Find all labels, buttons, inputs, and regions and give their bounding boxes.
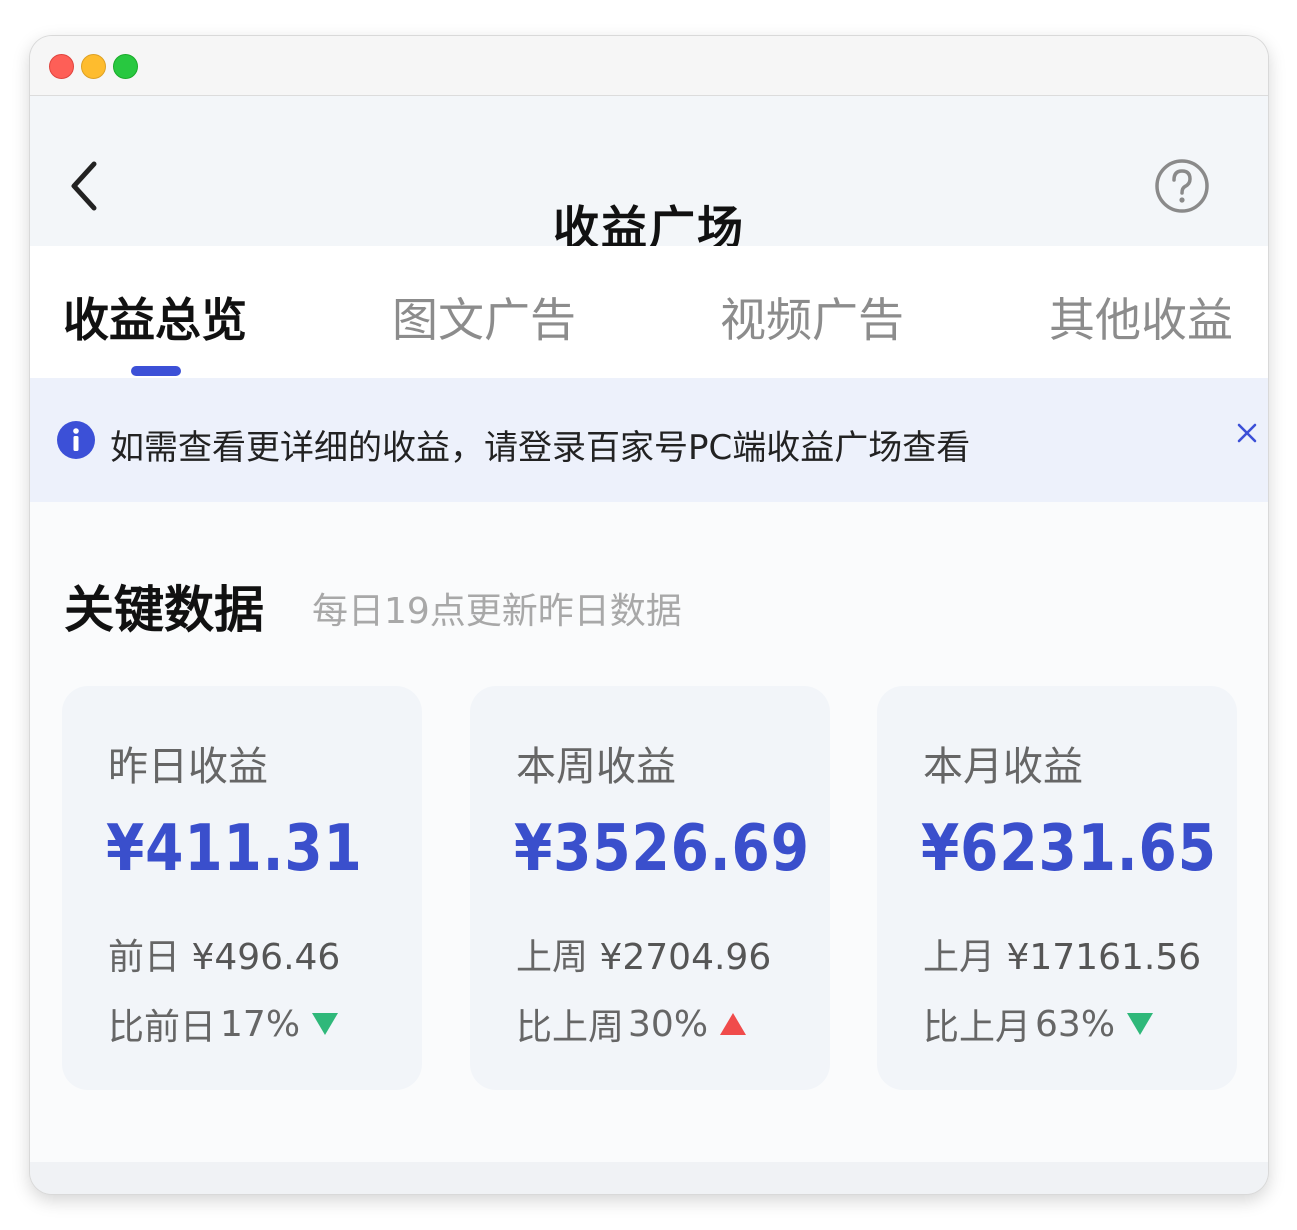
card-label: 本月收益 bbox=[923, 744, 1083, 790]
key-data-section: 关键数据 每日19点更新昨日数据 昨日收益 ¥411.31 前日 ¥496.46… bbox=[30, 502, 1268, 1162]
notice-banner: 如需查看更详细的收益，请登录百家号PC端收益广场查看 bbox=[30, 378, 1268, 502]
triangle-up-icon bbox=[720, 1013, 747, 1035]
card-previous: 上周 ¥2704.96 bbox=[516, 928, 771, 980]
comparison-percent: 30% bbox=[628, 1003, 709, 1045]
comparison-percent: 63% bbox=[1035, 1003, 1116, 1045]
card-value: ¥3526.69 bbox=[514, 812, 810, 886]
bottom-strip bbox=[30, 1162, 1268, 1194]
zoom-window-button[interactable] bbox=[113, 54, 138, 79]
triangle-down-icon bbox=[1127, 1013, 1154, 1035]
tab-bar: 收益总览 图文广告 视频广告 其他收益 bbox=[30, 246, 1268, 378]
close-icon[interactable] bbox=[1232, 418, 1262, 448]
card-label: 本周收益 bbox=[516, 744, 676, 790]
stat-card-this-week[interactable]: 本周收益 ¥3526.69 上周 ¥2704.96 比上周 30% bbox=[470, 686, 830, 1090]
close-window-button[interactable] bbox=[49, 54, 74, 79]
previous-value: ¥496.46 bbox=[191, 937, 341, 978]
active-tab-indicator bbox=[131, 366, 181, 376]
section-subtitle: 每日19点更新昨日数据 bbox=[312, 591, 682, 632]
card-comparison: 比上月 63% bbox=[923, 998, 1154, 1050]
title-bar bbox=[30, 36, 1268, 96]
card-label: 昨日收益 bbox=[108, 744, 268, 790]
comparison-label: 比前日 bbox=[108, 1007, 217, 1048]
tab-other-income[interactable]: 其他收益 bbox=[1049, 284, 1233, 350]
notice-text: 如需查看更详细的收益，请登录百家号PC端收益广场查看 bbox=[110, 428, 971, 468]
previous-label: 上周 bbox=[516, 937, 589, 978]
info-circle-icon bbox=[57, 421, 95, 459]
help-button[interactable] bbox=[1154, 158, 1210, 214]
card-previous: 上月 ¥17161.56 bbox=[923, 928, 1201, 980]
previous-value: ¥2704.96 bbox=[599, 937, 772, 978]
previous-value: ¥17161.56 bbox=[1006, 937, 1202, 978]
card-value: ¥411.31 bbox=[106, 812, 363, 886]
card-comparison: 比前日 17% bbox=[108, 998, 339, 1050]
triangle-down-icon bbox=[312, 1013, 339, 1035]
comparison-label: 比上月 bbox=[923, 1007, 1032, 1048]
stat-card-yesterday[interactable]: 昨日收益 ¥411.31 前日 ¥496.46 比前日 17% bbox=[62, 686, 422, 1090]
section-title: 关键数据 bbox=[64, 581, 264, 639]
app-window: 收益广场 收益总览 图文广告 视频广告 其他收益 如需查看更详细的收益，请登录百… bbox=[30, 36, 1268, 1194]
question-circle-icon bbox=[1155, 159, 1209, 213]
previous-label: 上月 bbox=[923, 937, 996, 978]
tab-article-ads[interactable]: 图文广告 bbox=[392, 284, 576, 350]
card-previous: 前日 ¥496.46 bbox=[108, 928, 340, 980]
tab-overview[interactable]: 收益总览 bbox=[63, 284, 247, 350]
stat-card-this-month[interactable]: 本月收益 ¥6231.65 上月 ¥17161.56 比上月 63% bbox=[877, 686, 1237, 1090]
card-comparison: 比上周 30% bbox=[516, 998, 747, 1050]
minimize-window-button[interactable] bbox=[81, 54, 106, 79]
comparison-label: 比上周 bbox=[516, 1007, 625, 1048]
nav-bar: 收益广场 bbox=[30, 96, 1268, 255]
card-value: ¥6231.65 bbox=[921, 812, 1217, 886]
comparison-percent: 17% bbox=[220, 1003, 301, 1045]
previous-label: 前日 bbox=[108, 937, 181, 978]
tab-video-ads[interactable]: 视频广告 bbox=[720, 284, 904, 350]
